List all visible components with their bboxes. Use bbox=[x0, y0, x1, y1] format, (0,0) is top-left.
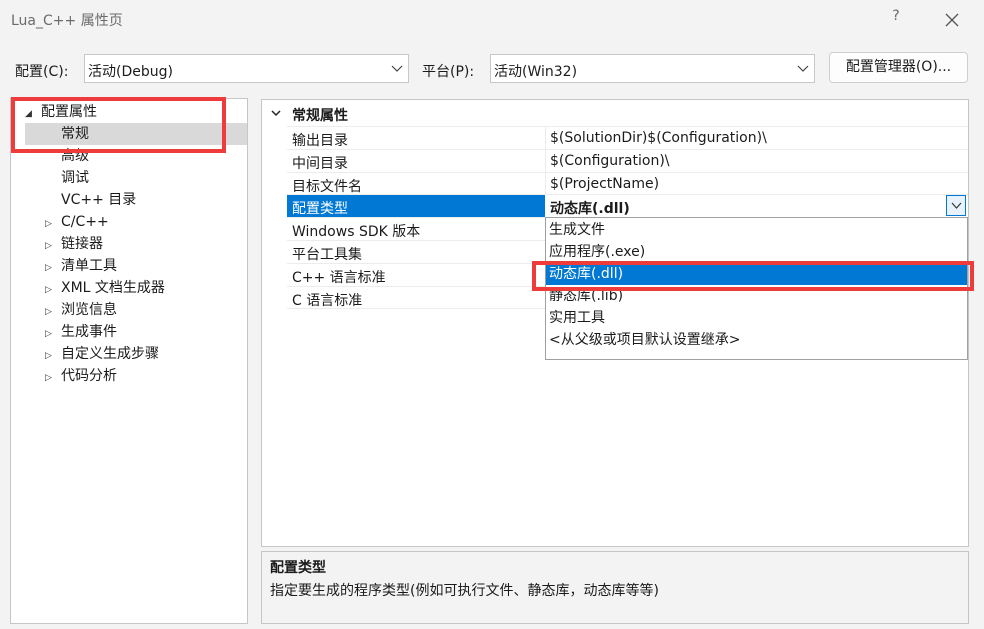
title-bar: Lua_C++ 属性页 ? bbox=[0, 0, 984, 40]
property-name: Windows SDK 版本 bbox=[292, 224, 421, 240]
property-row-intermediate-dir[interactable]: 中间目录 $(Configuration)\ bbox=[287, 149, 968, 172]
property-row-output-dir[interactable]: 输出目录 $(SolutionDir)$(Configuration)\ bbox=[287, 126, 968, 149]
help-button[interactable]: ? bbox=[886, 8, 906, 30]
tree-item-label: 浏览信息 bbox=[61, 302, 117, 318]
config-label: 配置(C): bbox=[15, 64, 69, 80]
config-combo[interactable]: 活动(Debug) bbox=[84, 54, 409, 83]
option-dynamic-library-dll[interactable]: 动态库(.dll) bbox=[546, 263, 967, 285]
property-name: C++ 语言标准 bbox=[292, 270, 386, 286]
chevron-down-icon bbox=[797, 65, 809, 72]
tree-item-label: 清单工具 bbox=[61, 258, 117, 274]
tree-item-label: 链接器 bbox=[61, 236, 103, 252]
tree-item-general[interactable]: 常规 bbox=[25, 123, 247, 145]
property-row-configuration-type[interactable]: 配置类型 动态库(.dll) bbox=[287, 194, 968, 217]
tree-item-browse-info[interactable]: ▷ 浏览信息 bbox=[45, 299, 117, 321]
tree-item-custom-build-step[interactable]: ▷ 自定义生成步骤 bbox=[45, 343, 159, 365]
collapsed-triangle-icon: ▷ bbox=[45, 307, 52, 317]
property-value: $(Configuration)\ bbox=[550, 153, 670, 169]
property-row-target-name[interactable]: 目标文件名 $(ProjectName) bbox=[287, 172, 968, 195]
tree-item-linker[interactable]: ▷ 链接器 bbox=[45, 233, 103, 255]
property-name: 平台工具集 bbox=[292, 247, 362, 263]
tree-item-label: C/C++ bbox=[61, 214, 109, 230]
config-manager-button[interactable]: 配置管理器(O)... bbox=[829, 52, 968, 83]
collapsed-triangle-icon: ▷ bbox=[45, 373, 52, 383]
tree-item-build-events[interactable]: ▷ 生成事件 bbox=[45, 321, 117, 343]
tree-root-label: 配置属性 bbox=[41, 104, 97, 120]
close-button[interactable] bbox=[940, 8, 964, 32]
option-inherit-defaults[interactable]: <从父级或项目默认设置继承> bbox=[546, 329, 967, 351]
description-text: 指定要生成的程序类型(例如可执行文件、静态库，动态库等等) bbox=[270, 583, 659, 599]
description-title: 配置类型 bbox=[270, 560, 326, 576]
chevron-down-icon bbox=[271, 110, 281, 117]
tree-item-manifest-tool[interactable]: ▷ 清单工具 bbox=[45, 255, 117, 277]
chevron-down-icon bbox=[391, 65, 403, 72]
tree-item-label: XML 文档生成器 bbox=[61, 280, 165, 296]
chevron-down-icon bbox=[951, 202, 962, 209]
property-name: 目标文件名 bbox=[292, 179, 362, 195]
tree-item-label: 代码分析 bbox=[61, 368, 117, 384]
platform-label: 平台(P): bbox=[422, 64, 475, 80]
tree-item-label: 自定义生成步骤 bbox=[61, 346, 159, 362]
collapsed-triangle-icon: ▷ bbox=[45, 285, 52, 295]
property-name: C 语言标准 bbox=[292, 293, 363, 309]
config-type-dropdown-list: 生成文件 应用程序(.exe) 动态库(.dll) 静态库(.lib) 实用工具… bbox=[545, 217, 968, 360]
option-makefile[interactable]: 生成文件 bbox=[546, 219, 967, 241]
collapsed-triangle-icon: ▷ bbox=[45, 263, 52, 273]
tree-item-debugging[interactable]: 调试 bbox=[61, 167, 89, 189]
property-name: 中间目录 bbox=[292, 156, 348, 172]
property-name: 输出目录 bbox=[292, 133, 348, 149]
expanded-triangle-icon: ◢ bbox=[25, 109, 32, 119]
category-label: 常规属性 bbox=[292, 108, 348, 124]
property-value: $(SolutionDir)$(Configuration)\ bbox=[550, 130, 767, 146]
close-icon bbox=[945, 13, 959, 27]
config-type-dropdown-button[interactable] bbox=[946, 195, 966, 216]
tree-item-code-analysis[interactable]: ▷ 代码分析 bbox=[45, 365, 117, 387]
tree-item-cpp[interactable]: ▷ C/C++ bbox=[45, 211, 109, 233]
collapsed-triangle-icon: ▷ bbox=[45, 351, 52, 361]
category-header[interactable]: 常规属性 bbox=[262, 102, 968, 126]
platform-value: 活动(Win32) bbox=[494, 64, 578, 80]
property-tree: ◢ 配置属性 常规 高级 调试 VC++ 目录 ▷ C/C++ ▷ 链接器 ▷ 清单工具… bbox=[10, 98, 248, 624]
property-value: $(ProjectName) bbox=[550, 176, 660, 192]
collapsed-triangle-icon: ▷ bbox=[45, 241, 52, 251]
option-static-library-lib[interactable]: 静态库(.lib) bbox=[546, 285, 967, 307]
platform-combo[interactable]: 活动(Win32) bbox=[490, 54, 815, 83]
option-application-exe[interactable]: 应用程序(.exe) bbox=[546, 241, 967, 263]
tree-item-vc-directories[interactable]: VC++ 目录 bbox=[61, 189, 136, 211]
config-value: 活动(Debug) bbox=[88, 64, 173, 80]
tree-item-advanced[interactable]: 高级 bbox=[61, 145, 89, 167]
property-name: 配置类型 bbox=[292, 201, 348, 217]
collapsed-triangle-icon: ▷ bbox=[45, 329, 52, 339]
window-title: Lua_C++ 属性页 bbox=[11, 13, 123, 29]
tree-root-config-properties[interactable]: ◢ 配置属性 bbox=[25, 101, 235, 123]
tree-item-label: 生成事件 bbox=[61, 324, 117, 340]
property-value: 动态库(.dll) bbox=[550, 201, 630, 217]
tree-item-xml-doc-generator[interactable]: ▷ XML 文档生成器 bbox=[45, 277, 165, 299]
collapsed-triangle-icon: ▷ bbox=[45, 219, 52, 229]
description-pane: 配置类型 指定要生成的程序类型(例如可执行文件、静态库，动态库等等) bbox=[261, 551, 969, 624]
option-utility[interactable]: 实用工具 bbox=[546, 307, 967, 329]
